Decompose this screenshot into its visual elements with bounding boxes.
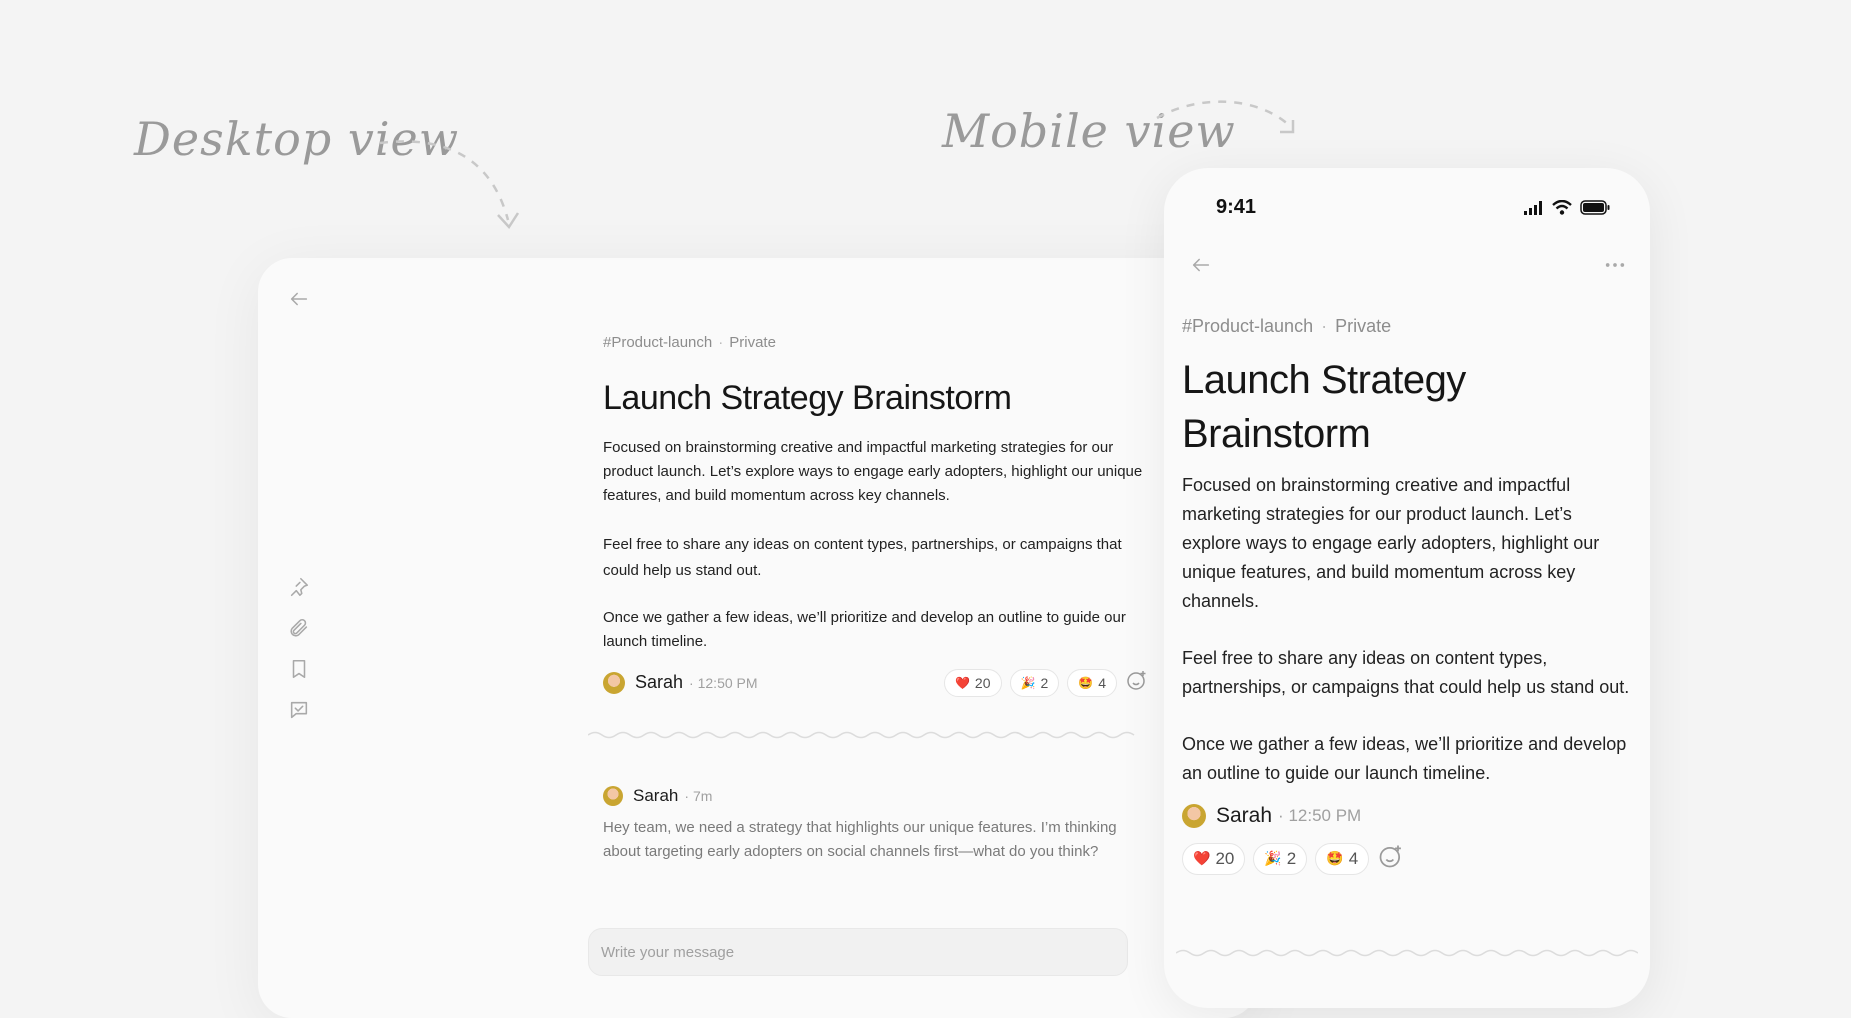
heart-icon: ❤️ bbox=[1193, 850, 1211, 866]
timestamp: · 12:50 PM bbox=[689, 674, 758, 691]
party-icon: 🎉 bbox=[1020, 675, 1036, 690]
mobile-arrow-icon bbox=[1156, 100, 1295, 134]
post-title: Launch Strategy Brainstorm bbox=[1182, 358, 1466, 456]
add-reaction-icon[interactable] bbox=[1125, 668, 1149, 697]
reply-message: Sarah · 7m Hey team, we need a strategy … bbox=[603, 786, 1123, 864]
timestamp-value: 12:50 PM bbox=[697, 674, 758, 691]
reactions: ❤️ 20 🎉 2 🤩 4 bbox=[1182, 842, 1634, 875]
timestamp-value: 7m bbox=[692, 788, 713, 804]
reaction-party[interactable]: 🎉 2 bbox=[1253, 842, 1308, 875]
reactions: ❤️ 20 🎉 2 🤩 4 bbox=[943, 668, 1149, 697]
starstruck-icon: 🤩 bbox=[1078, 675, 1094, 690]
post-paragraph: Focused on brainstorming creative and im… bbox=[603, 439, 1143, 504]
author-name[interactable]: Sarah bbox=[635, 672, 683, 693]
heart-icon: ❤️ bbox=[954, 675, 970, 690]
status-icons bbox=[1524, 200, 1610, 215]
avatar[interactable] bbox=[1182, 804, 1206, 828]
battery-icon bbox=[1580, 200, 1610, 215]
message-placeholder: Write your message bbox=[601, 943, 735, 961]
post-paragraph: Feel free to share any ideas on content … bbox=[603, 536, 1122, 579]
channel-name[interactable]: #Product-launch bbox=[1182, 316, 1313, 336]
post-paragraph: Focused on brainstorming creative and im… bbox=[1182, 475, 1600, 611]
author-name[interactable]: Sarah bbox=[633, 786, 678, 806]
wifi-icon bbox=[1552, 200, 1572, 215]
reaction-heart[interactable]: ❤️ 20 bbox=[1182, 842, 1246, 875]
desktop-frame: #Product-launch · Private Launch Strategy … bbox=[258, 258, 1258, 1018]
meta-separator: · bbox=[1321, 316, 1328, 336]
post-paragraph: Once we gather a few ideas, we’ll priori… bbox=[603, 609, 1126, 650]
party-icon: 🎉 bbox=[1264, 850, 1282, 866]
reaction-count: 2 bbox=[1286, 848, 1297, 868]
desktop-arrow-icon bbox=[379, 140, 520, 230]
reply-text: Hey team, we need a strategy that highli… bbox=[603, 819, 1117, 860]
reaction-party[interactable]: 🎉 2 bbox=[1009, 668, 1060, 697]
timestamp: · 12:50 PM bbox=[1278, 806, 1362, 825]
post-title: Launch Strategy Brainstorm bbox=[603, 379, 1012, 417]
channel-meta: #Product-launch · Private bbox=[1182, 316, 1634, 337]
divider bbox=[1176, 949, 1638, 957]
reaction-starstruck[interactable]: 🤩 4 bbox=[1067, 668, 1117, 697]
pin-icon[interactable] bbox=[286, 574, 312, 600]
post-author-row: Sarah · 12:50 PM ❤️ 20 🎉 2 🤩 4 bbox=[603, 668, 1146, 697]
bookmark-icon[interactable] bbox=[286, 656, 312, 682]
reaction-count: 20 bbox=[1215, 848, 1235, 868]
timestamp-value: 12:50 PM bbox=[1288, 806, 1362, 825]
add-reaction-icon[interactable] bbox=[1377, 842, 1405, 875]
author-name[interactable]: Sarah bbox=[1216, 804, 1272, 828]
status-time: 9:41 bbox=[1216, 196, 1257, 218]
avatar[interactable] bbox=[603, 786, 623, 806]
divider bbox=[588, 731, 1135, 739]
post-paragraph: Once we gather a few ideas, we’ll priori… bbox=[1182, 734, 1627, 783]
avatar[interactable] bbox=[603, 671, 625, 694]
starstruck-icon: 🤩 bbox=[1326, 850, 1344, 866]
privacy-label: Private bbox=[1335, 316, 1392, 336]
reaction-count: 4 bbox=[1348, 848, 1359, 868]
channel-name[interactable]: #Product-launch bbox=[603, 334, 712, 351]
post-content: #Product-launch · Private Launch Strategy … bbox=[603, 334, 1146, 697]
back-arrow-icon[interactable] bbox=[286, 286, 312, 312]
privacy-label: Private bbox=[729, 334, 776, 351]
post-author-row: Sarah · 12:50 PM bbox=[1182, 804, 1634, 828]
checklist-icon[interactable] bbox=[286, 697, 312, 723]
post-paragraph: Feel free to share any ideas on content … bbox=[1182, 648, 1630, 697]
reaction-count: 4 bbox=[1098, 674, 1106, 691]
reaction-heart[interactable]: ❤️ 20 bbox=[943, 668, 1002, 697]
paperclip-icon[interactable] bbox=[286, 615, 312, 641]
channel-meta: #Product-launch · Private bbox=[603, 334, 1143, 351]
reaction-count: 2 bbox=[1040, 674, 1049, 691]
back-arrow-icon[interactable] bbox=[1188, 252, 1214, 278]
post-content: #Product-launch · Private Launch Strategy … bbox=[1182, 316, 1634, 875]
signal-icon bbox=[1524, 200, 1542, 215]
reaction-starstruck[interactable]: 🤩 4 bbox=[1315, 842, 1370, 875]
reaction-count: 20 bbox=[974, 674, 991, 691]
more-options-icon[interactable] bbox=[1602, 252, 1628, 278]
meta-separator: · bbox=[718, 334, 724, 351]
mobile-frame: 9:41 #Product-launch · Private Launch Stra… bbox=[1164, 168, 1650, 1008]
reply-author-row: Sarah · 7m bbox=[603, 786, 1123, 806]
message-input[interactable]: Write your message bbox=[588, 928, 1128, 976]
timestamp: · 7m bbox=[684, 788, 713, 804]
